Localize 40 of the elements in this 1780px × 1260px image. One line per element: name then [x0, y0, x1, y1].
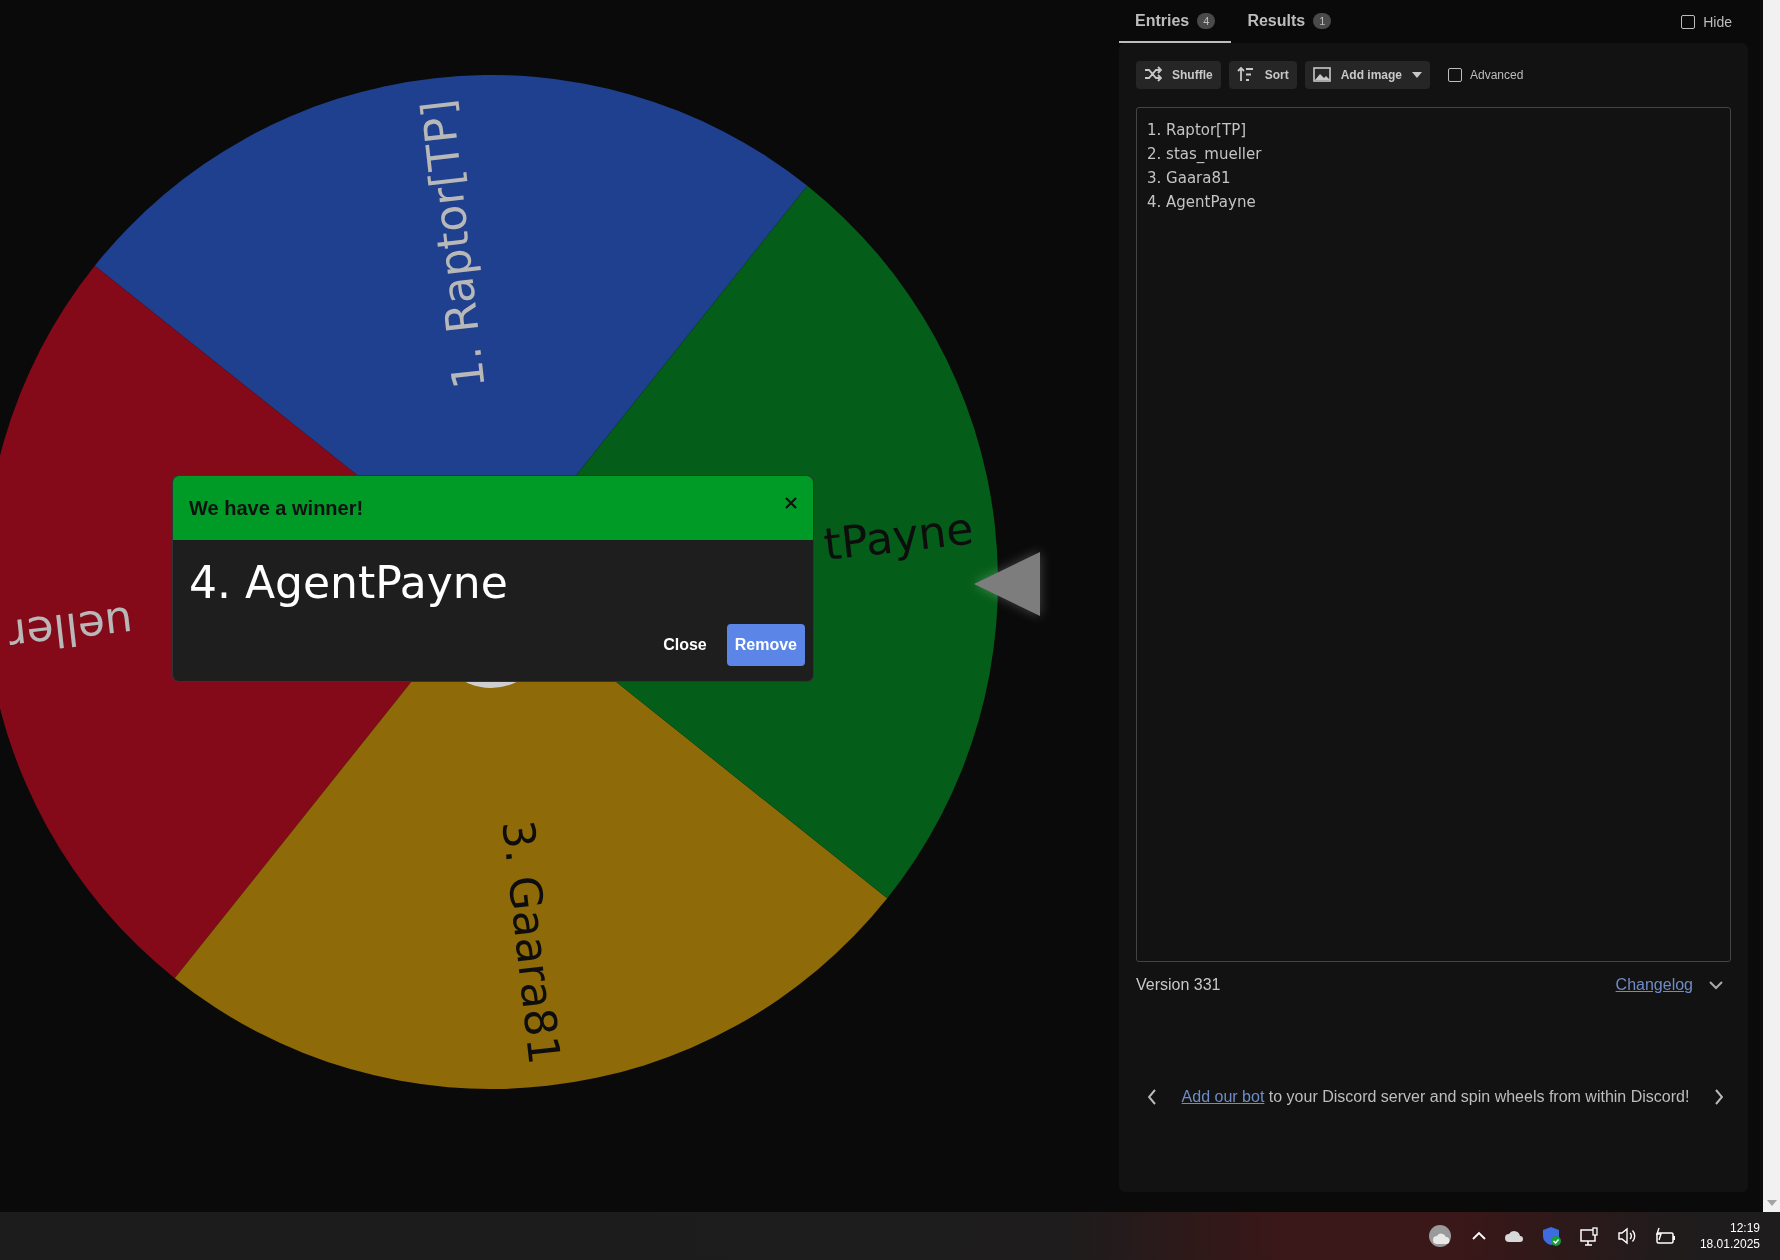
cloud-icon[interactable] [1503, 1228, 1524, 1244]
add-bot-link[interactable]: Add our bot [1181, 1088, 1265, 1105]
chevron-down-icon[interactable] [1709, 980, 1723, 990]
count-badge: 4 [1197, 12, 1216, 29]
slice-label: 1. Raptor[TP] [411, 97, 495, 392]
checkbox-label[interactable]: Hide [1703, 13, 1732, 30]
slice-label: ueller [6, 596, 136, 662]
weather-icon[interactable] [1427, 1224, 1454, 1248]
clock-date[interactable]: 18.01.2025 [1699, 1236, 1760, 1252]
pointer-triangle [974, 552, 1040, 616]
winner-name: 4. AgentPayne [189, 556, 509, 610]
sort-icon [1236, 66, 1255, 83]
tab[interactable]: Results 1 [1231, 0, 1348, 43]
entries-field[interactable]: 1. Raptor[TP] 2. stas_mueller 3. Gaara81 4. AgentPayne [1136, 107, 1731, 962]
chevron-left-icon[interactable] [1148, 1089, 1156, 1105]
clock-time[interactable]: 12:19 [1729, 1220, 1760, 1236]
shield-icon[interactable] [1541, 1226, 1562, 1246]
checkbox[interactable] [1681, 14, 1696, 29]
speaker-icon[interactable] [1616, 1226, 1636, 1246]
count-badge: 1 [1313, 12, 1332, 29]
slice-label: 3. Gaara81 [492, 817, 571, 1067]
image-icon [1312, 66, 1331, 83]
close-icon[interactable] [785, 497, 797, 509]
caret-icon [1412, 71, 1422, 78]
version-text: Version 331 [1136, 976, 1221, 994]
close-button[interactable]: Close [663, 626, 707, 664]
toolbar-button[interactable]: Shuffle [1136, 60, 1221, 89]
network-icon[interactable] [1579, 1226, 1599, 1246]
chevron-up-icon[interactable] [1471, 1231, 1486, 1241]
toolbar-button[interactable]: Add image [1304, 60, 1430, 89]
checkbox-label[interactable]: Advanced [1470, 67, 1524, 82]
toolbar-button[interactable]: Sort [1228, 60, 1297, 89]
battery-icon[interactable] [1653, 1227, 1676, 1245]
changelog-link[interactable]: Changelog [1615, 976, 1693, 994]
promo-text: Add our bot to your Discord server and spin wheels from within Discord! [1181, 1088, 1690, 1106]
slice-label: tPayne [821, 502, 976, 570]
chevron-right-icon[interactable] [1715, 1089, 1723, 1105]
shuffle-icon [1144, 66, 1162, 83]
dialog-title: We have a winner! [189, 496, 364, 520]
checkbox[interactable] [1448, 67, 1462, 82]
